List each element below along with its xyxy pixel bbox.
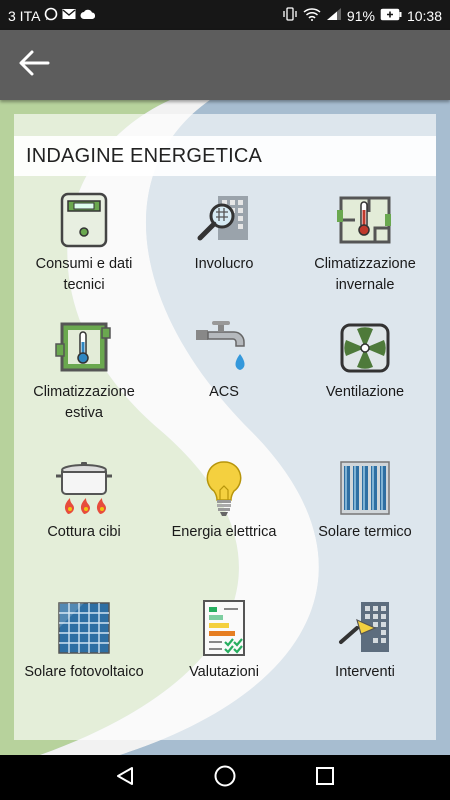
tile-solare-termico[interactable]: Solare termico [295,458,435,543]
fan-icon [335,318,395,378]
energy-survey-panel: INDAGINE ENERGETICA Consumi e dati tecni… [14,114,436,740]
tile-label: Solare fotovoltaico [24,664,144,680]
tile-energia-elettrica[interactable]: Energia elettrica [154,458,294,543]
whatsapp-icon [44,7,58,25]
arrow-left-icon [18,49,50,82]
faucet-icon [194,318,254,378]
mail-icon [62,8,76,24]
tile-label: Climatizzazione estiva [33,384,135,421]
vibrate-icon [282,7,298,25]
tile-interventi[interactable]: Interventi [295,598,435,683]
tile-label: Cottura cibi [47,524,121,540]
back-button[interactable] [12,45,56,85]
panel-header: INDAGINE ENERGETICA [14,136,436,176]
nav-recents-button[interactable] [310,765,340,791]
tile-solare-fotovoltaico[interactable]: Solare fotovoltaico [14,598,154,683]
navigation-bar [0,755,450,800]
tile-ventilazione[interactable]: Ventilazione [295,318,435,403]
floorplan-thermometer-hot-icon [335,190,395,250]
solar-thermal-panel-icon [335,458,395,518]
home-circle-icon [213,764,237,793]
back-triangle-icon [114,765,136,792]
light-bulb-icon [194,458,254,518]
battery-icon [380,8,402,25]
tile-valutazioni[interactable]: Valutazioni [154,598,294,683]
clock: 10:38 [406,8,442,24]
tile-climatizzazione-invernale[interactable]: Climatizzazione invernale [295,190,435,296]
nav-home-button[interactable] [210,765,240,791]
checklist-icon [194,598,254,658]
tile-cottura[interactable]: Cottura cibi [14,458,154,543]
building-trowel-icon [335,598,395,658]
battery-percentage: 91% [346,8,375,24]
carrier-label: 3 ITA [8,8,41,24]
tile-label: Energia elettrica [171,524,277,540]
building-magnifier-icon [194,190,254,250]
status-bar: 3 ITA 91% 10:38 [0,0,450,30]
tile-label: Climatizzazione invernale [314,256,416,293]
tile-label: Involucro [194,256,254,272]
tile-label: Ventilazione [325,384,405,400]
tile-consumi[interactable]: Consumi e dati tecnici [14,190,154,296]
tile-involucro[interactable]: Involucro [154,190,294,275]
tile-label: ACS [209,384,239,400]
tile-acs[interactable]: ACS [154,318,294,403]
tile-label: Consumi e dati tecnici [35,256,133,293]
wifi-icon [303,7,321,25]
signal-icon [326,7,342,25]
cloud-icon [80,8,96,24]
recents-square-icon [314,765,336,792]
tile-climatizzazione-estiva[interactable]: Climatizzazione estiva [14,318,154,424]
tile-label: Valutazioni [189,664,259,680]
cooking-pot-icon [54,458,114,518]
tile-label: Interventi [335,664,395,680]
photovoltaic-panel-icon [54,598,114,658]
page-title: INDAGINE ENERGETICA [26,145,263,167]
app-bar [0,30,450,100]
nav-back-button[interactable] [110,765,140,791]
floorplan-thermometer-cold-icon [54,318,114,378]
tile-label: Solare termico [318,524,412,540]
content-area: INDAGINE ENERGETICA Consumi e dati tecni… [0,100,450,755]
meter-icon [54,190,114,250]
